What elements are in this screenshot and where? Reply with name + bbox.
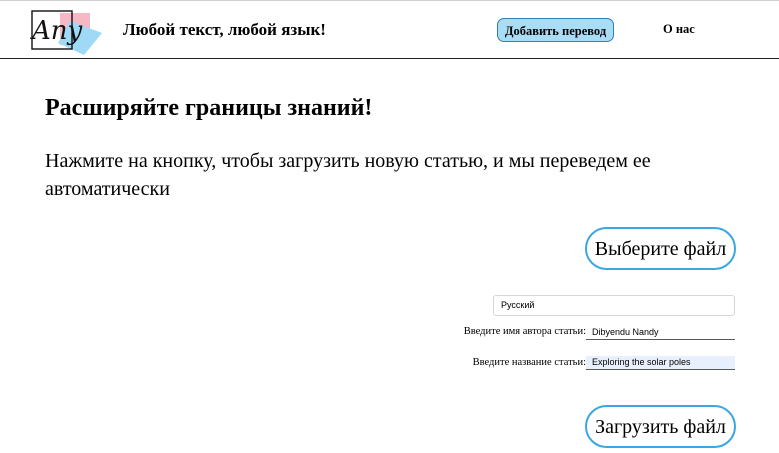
upload-file-button[interactable]: Загрузить файл: [585, 405, 736, 448]
about-link[interactable]: О нас: [663, 22, 695, 37]
page-description: Нажмите на кнопку, чтобы загрузить новую…: [45, 150, 651, 200]
choose-file-button[interactable]: Выберите файл: [585, 227, 736, 270]
logo-text: Any: [30, 16, 83, 46]
any-logo[interactable]: Any: [24, 5, 104, 57]
title-label: Введите название статьи:: [472, 357, 586, 368]
language-select[interactable]: Русский: [493, 295, 735, 316]
page-headline: Расширяйте границы знаний!: [45, 95, 373, 121]
tagline: Любой текст, любой язык!: [123, 20, 326, 39]
author-label: Введите имя автора статьи:: [463, 326, 586, 337]
add-translation-button[interactable]: Добавить перевод: [497, 18, 614, 42]
title-input[interactable]: Exploring the solar poles: [586, 356, 735, 370]
author-input[interactable]: Dibyendu Nandy: [586, 326, 735, 340]
site-header: Any Любой текст, любой язык! Добавить пе…: [0, 1, 779, 59]
